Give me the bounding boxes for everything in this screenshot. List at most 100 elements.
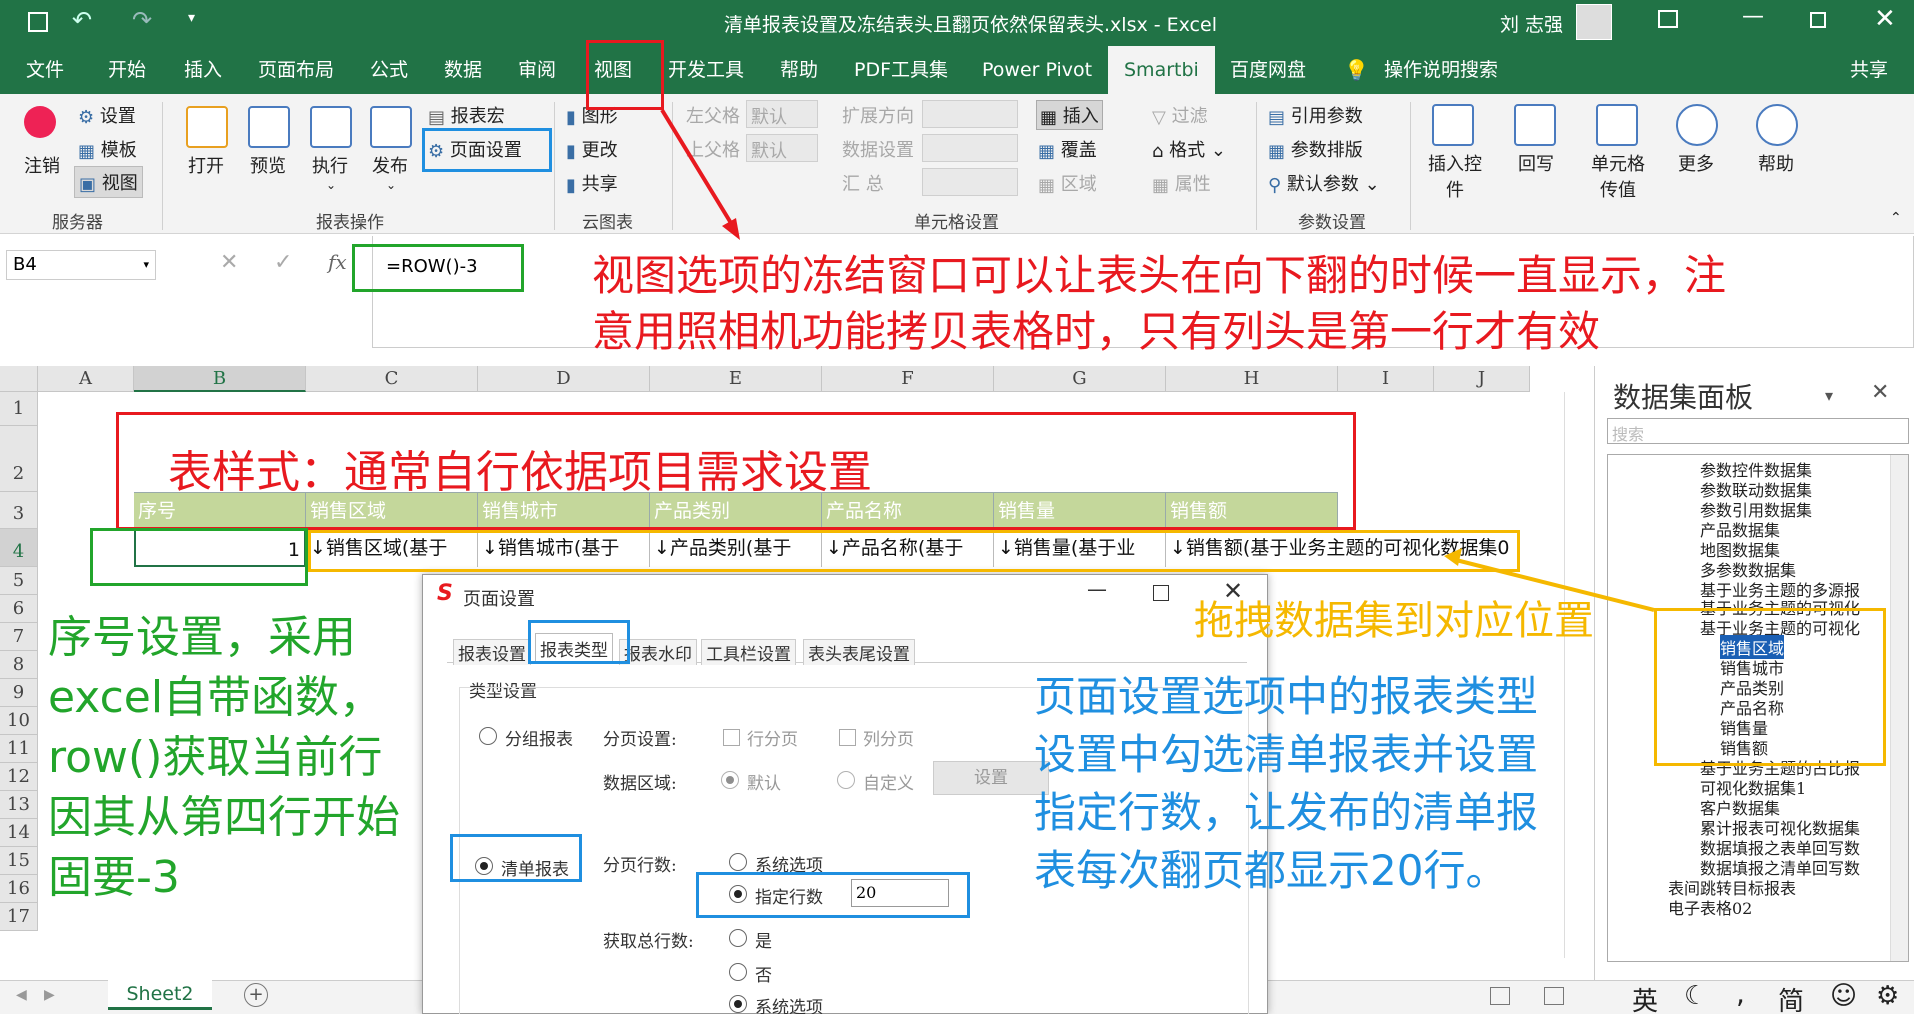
cancel-icon[interactable]: ✕ (220, 250, 238, 275)
tab-review[interactable]: 审阅 (518, 46, 556, 94)
tab-help[interactable]: 帮助 (780, 46, 818, 94)
default-param-button[interactable]: ⚲ 默认参数 ⌄ (1268, 170, 1380, 196)
save-icon[interactable] (28, 12, 48, 32)
help-button[interactable]: 帮助 (1758, 150, 1794, 176)
insert-mode-button[interactable]: ▦ 插入 (1036, 100, 1103, 130)
fx-icon[interactable]: fx (328, 250, 347, 274)
customize-qat-icon[interactable]: ▾ (188, 10, 195, 26)
publish-button[interactable]: 发布 (372, 152, 408, 178)
column-header-i[interactable]: I (1338, 366, 1434, 392)
macro-button[interactable]: ▤ 报表宏 (428, 102, 505, 128)
open-button[interactable]: 打开 (188, 152, 224, 178)
default-area-radio[interactable] (721, 771, 739, 789)
row-header[interactable]: 16 (0, 875, 38, 903)
tab-power-pivot[interactable]: Power Pivot (982, 46, 1092, 94)
name-box[interactable]: B4 ▾ (6, 250, 156, 280)
share-chart-button[interactable]: ▮ 共享 (566, 170, 618, 196)
tab-developer[interactable]: 开发工具 (668, 46, 744, 94)
row-header[interactable]: 12 (0, 763, 38, 791)
column-header-h[interactable]: H (1166, 366, 1338, 392)
tab-pdf-tools[interactable]: PDF工具集 (854, 46, 948, 94)
sheet-prev-icon[interactable]: ◀ (16, 987, 27, 1003)
cover-mode-button[interactable]: ▦ 覆盖 (1038, 136, 1097, 162)
data-setting-select[interactable] (922, 134, 1018, 162)
redo-icon[interactable]: ↷ (132, 6, 152, 34)
filter-button[interactable]: ▽ 过滤 (1152, 102, 1208, 128)
row-header[interactable]: 10 (0, 707, 38, 735)
row-header[interactable]: 1 (0, 392, 38, 426)
column-header-j[interactable]: J (1434, 366, 1530, 392)
tab-header-footer[interactable]: 表头表尾设置 (803, 639, 915, 665)
tab-insert[interactable]: 插入 (184, 46, 222, 94)
settings-gear-icon[interactable]: ⚙ (1876, 981, 1899, 1011)
page-layout-view-icon[interactable] (1490, 987, 1510, 1005)
panel-close-icon[interactable]: ✕ (1871, 380, 1889, 405)
row-page-checkbox[interactable] (723, 729, 740, 746)
group-report-radio[interactable] (479, 727, 497, 745)
writeback-button[interactable]: 回写 (1518, 150, 1554, 176)
tab-watermark[interactable]: 报表水印 (619, 639, 697, 665)
top-parent-select[interactable]: 默认 (746, 134, 818, 162)
column-header-f[interactable]: F (822, 366, 994, 392)
settings-button[interactable]: ⚙ 设置 (78, 102, 136, 128)
total-yes-radio[interactable] (729, 929, 747, 947)
tab-data[interactable]: 数据 (444, 46, 482, 94)
run-dropdown-icon[interactable]: ⌄ (326, 178, 336, 192)
column-header-a[interactable]: A (38, 366, 134, 392)
param-layout-button[interactable]: ▦ 参数排版 (1268, 136, 1363, 162)
ribbon-display-icon[interactable] (1658, 10, 1678, 28)
tab-home[interactable]: 开始 (108, 46, 146, 94)
comma-icon[interactable]: , (1736, 977, 1745, 1010)
select-all-corner[interactable] (0, 366, 38, 392)
sys-option-radio[interactable] (729, 853, 747, 871)
close-icon[interactable]: ✕ (1874, 4, 1896, 34)
dialog-minimize-icon[interactable]: — (1087, 577, 1107, 601)
moon-icon[interactable]: ☾ (1684, 981, 1707, 1011)
row-header[interactable]: 8 (0, 651, 38, 679)
ime-simplified[interactable]: 简 (1778, 981, 1804, 1014)
sheet-next-icon[interactable]: ▶ (44, 987, 55, 1003)
tab-tell-me[interactable]: 操作说明搜索 (1384, 46, 1498, 94)
emoji-icon[interactable]: ☺ (1830, 981, 1857, 1011)
template-button[interactable]: ▦ 模板 (78, 136, 137, 162)
view-button[interactable]: ▣ 视图 (74, 166, 143, 198)
share-button[interactable]: 共享 (1850, 46, 1888, 94)
insert-control-button[interactable]: 插入控件 (1428, 150, 1482, 202)
left-parent-select[interactable]: 默认 (746, 100, 818, 128)
avatar[interactable] (1576, 4, 1612, 40)
tab-file[interactable]: 文件 (26, 46, 64, 94)
row-header[interactable]: 15 (0, 847, 38, 875)
undo-icon[interactable]: ↶ (72, 6, 92, 34)
sheet-tab-sheet2[interactable]: Sheet2 (108, 980, 212, 1010)
restore-icon[interactable] (1810, 12, 1826, 28)
format-button[interactable]: ⌂ 格式 ⌄ (1152, 136, 1226, 162)
area-mode-button[interactable]: ▦ 区域 (1038, 170, 1097, 196)
panel-menu-icon[interactable]: ▾ (1825, 386, 1833, 405)
col-page-checkbox[interactable] (839, 729, 856, 746)
tab-page-layout[interactable]: 页面布局 (258, 46, 334, 94)
update-button[interactable]: ▮ 更改 (566, 136, 618, 162)
publish-dropdown-icon[interactable]: ⌄ (386, 178, 396, 192)
total-sys-radio[interactable] (729, 995, 747, 1013)
summary-select[interactable] (922, 168, 1018, 196)
tab-formulas[interactable]: 公式 (370, 46, 408, 94)
row-header[interactable]: 5 (0, 567, 38, 595)
row-header[interactable]: 7 (0, 623, 38, 651)
tree-folder[interactable]: 电子表格02 (1668, 895, 1752, 919)
row-header[interactable]: 11 (0, 735, 38, 763)
user-name[interactable]: 刘 志强 (1500, 10, 1563, 37)
row-header[interactable]: 9 (0, 679, 38, 707)
preview-button[interactable]: 预览 (250, 152, 286, 178)
row-header[interactable]: 17 (0, 903, 38, 931)
collapse-ribbon-icon[interactable]: ⌃ (1890, 210, 1902, 226)
total-no-radio[interactable] (729, 963, 747, 981)
column-header-e[interactable]: E (650, 366, 822, 392)
column-header-c[interactable]: C (306, 366, 478, 392)
tab-baidu[interactable]: 百度网盘 (1230, 46, 1306, 94)
panel-search-input[interactable]: 搜索 (1607, 418, 1909, 444)
row-header[interactable]: 3 (0, 492, 38, 529)
row-header[interactable]: 6 (0, 595, 38, 623)
add-sheet-icon[interactable]: + (244, 983, 268, 1007)
column-header-b[interactable]: B (134, 366, 306, 392)
attr-button[interactable]: ▦ 属性 (1152, 170, 1211, 196)
